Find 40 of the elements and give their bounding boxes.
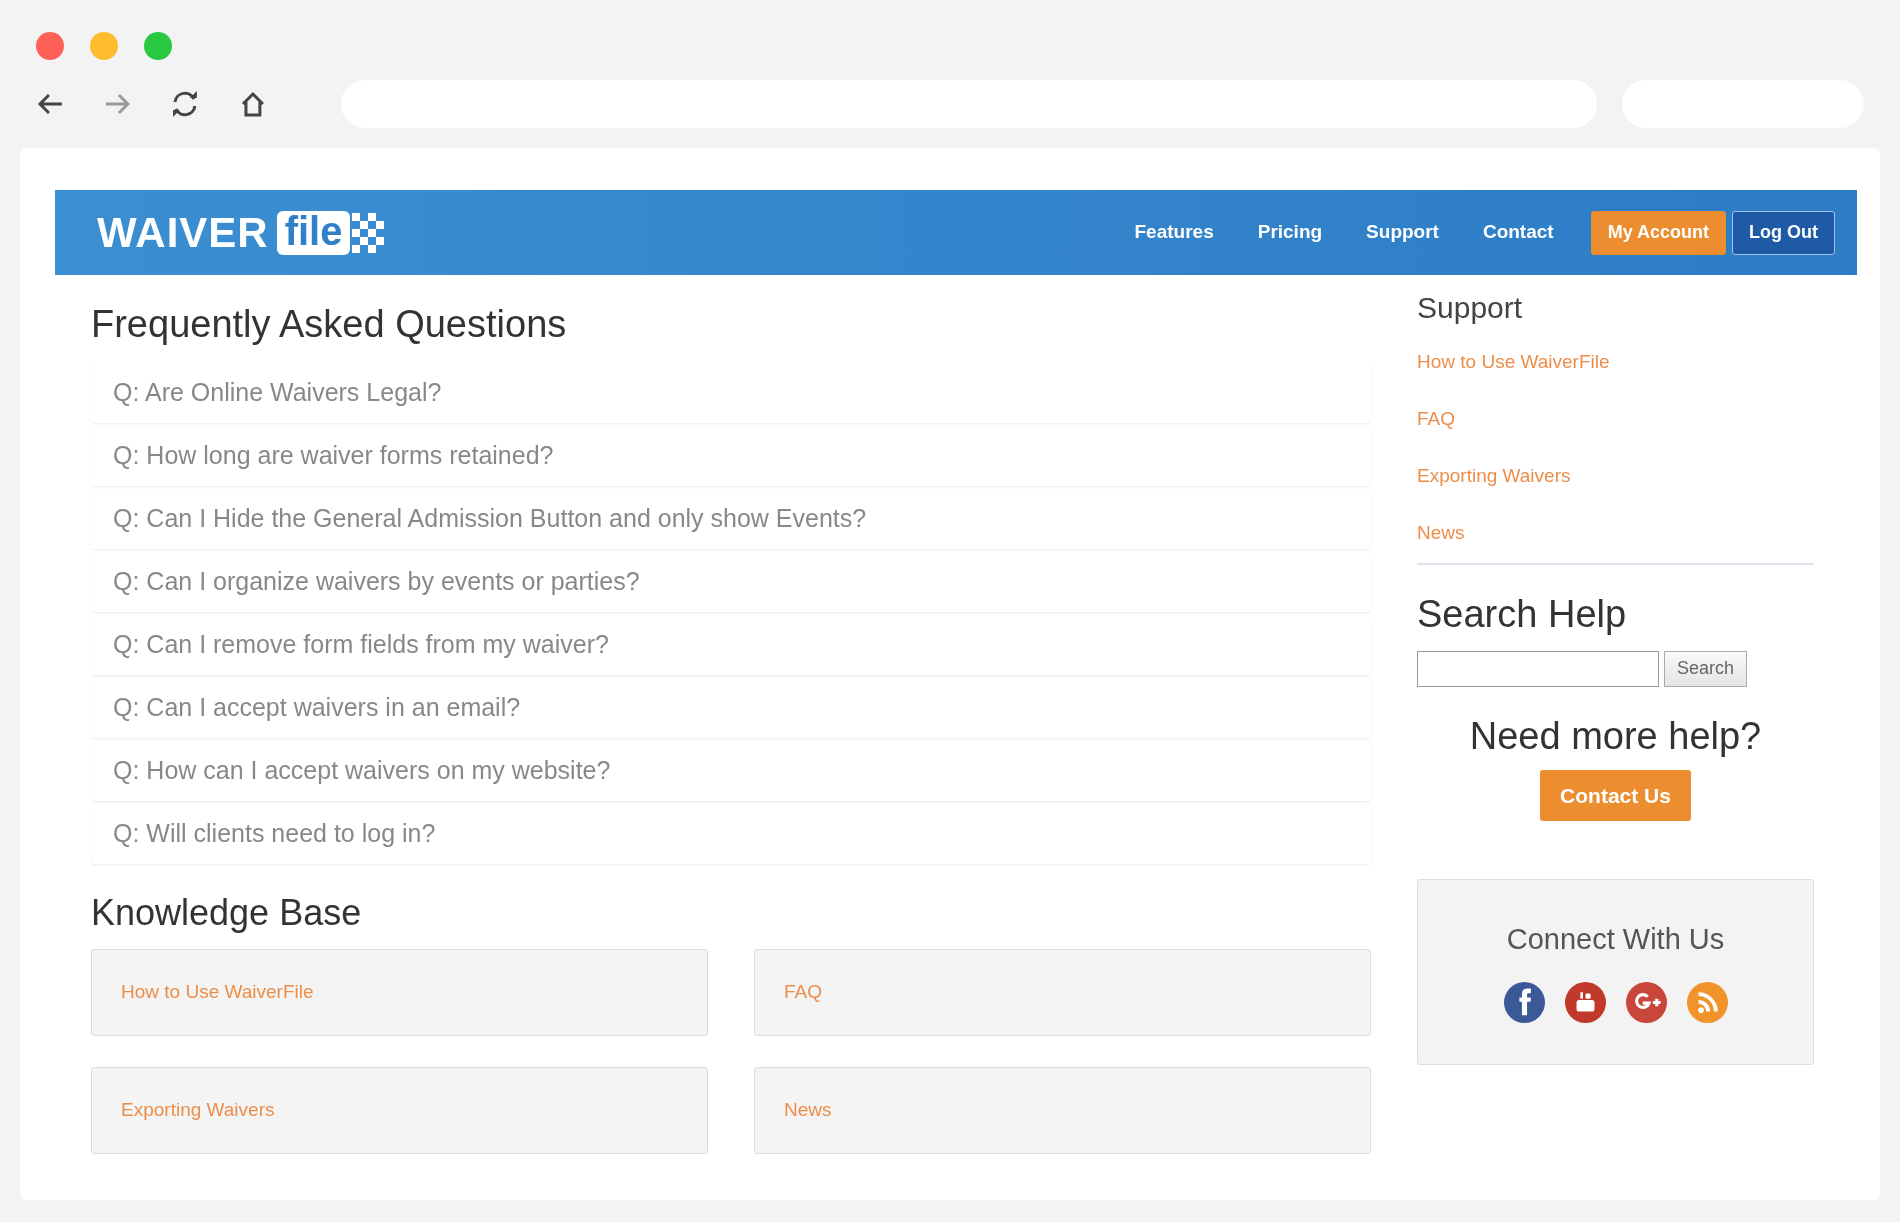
minimize-window-icon[interactable] (90, 32, 118, 60)
checker-logo-icon (352, 210, 385, 255)
log-out-button[interactable]: Log Out (1732, 210, 1835, 255)
knowledge-base-link[interactable]: FAQ (784, 977, 822, 1007)
knowledge-base-link[interactable]: Exporting Waivers (121, 1095, 275, 1125)
faq-question[interactable]: Q: Can I remove form fields from my waiver? (91, 614, 1371, 675)
search-field[interactable] (1417, 650, 1659, 687)
search-button[interactable]: Search (1664, 650, 1748, 687)
sidebar-link[interactable]: News (1417, 521, 1465, 545)
nav-link[interactable]: Contact (1482, 218, 1554, 247)
maximize-window-icon[interactable] (144, 32, 172, 60)
close-window-icon[interactable] (36, 32, 64, 60)
knowledge-base-heading: Knowledge Base (91, 890, 363, 935)
my-account-button[interactable]: My Account (1590, 210, 1726, 255)
logo-wordmark[interactable]: WAIVER (97, 211, 269, 254)
faq-question[interactable]: Q: Are Online Waivers Legal? (91, 362, 1371, 423)
knowledge-base-link[interactable]: News (784, 1095, 832, 1125)
faq-question[interactable]: Q: Can I Hide the General Admission Button and only show Events? (91, 488, 1371, 549)
rss-icon[interactable] (1686, 981, 1728, 1023)
googleplus-icon[interactable] (1625, 981, 1667, 1023)
faq-question[interactable]: Q: Can I organize waivers by events or parties? (91, 551, 1371, 612)
nav-link[interactable]: Features (1134, 218, 1214, 247)
search-help-heading: Search Help (1417, 592, 1628, 637)
need-help-heading: Need more help? (1468, 713, 1763, 759)
faq-question[interactable]: Q: How long are waiver forms retained? (91, 425, 1371, 486)
faq-question[interactable]: Q: Can I accept waivers in an email? (91, 677, 1371, 738)
faq-heading: Frequently Asked Questions (91, 302, 568, 347)
nav-link[interactable]: Pricing (1257, 218, 1323, 247)
sidebar-link[interactable]: FAQ (1417, 407, 1455, 431)
faq-question[interactable]: Q: Will clients need to log in? (91, 803, 1371, 864)
nav-link[interactable]: Support (1366, 218, 1439, 247)
support-heading: Support (1417, 290, 1524, 326)
facebook-icon[interactable] (1503, 981, 1545, 1023)
connect-heading: Connect With Us (1506, 922, 1725, 957)
contact-us-button[interactable]: Contact Us (1540, 770, 1691, 821)
knowledge-base-link[interactable]: How to Use WaiverFile (121, 977, 314, 1007)
faq-question[interactable]: Q: How can I accept waivers on my website? (91, 740, 1371, 801)
sidebar-link[interactable]: Exporting Waivers (1417, 464, 1571, 488)
logo-badge[interactable]: file (276, 210, 351, 255)
sidebar-link[interactable]: How to Use WaiverFile (1417, 350, 1610, 374)
